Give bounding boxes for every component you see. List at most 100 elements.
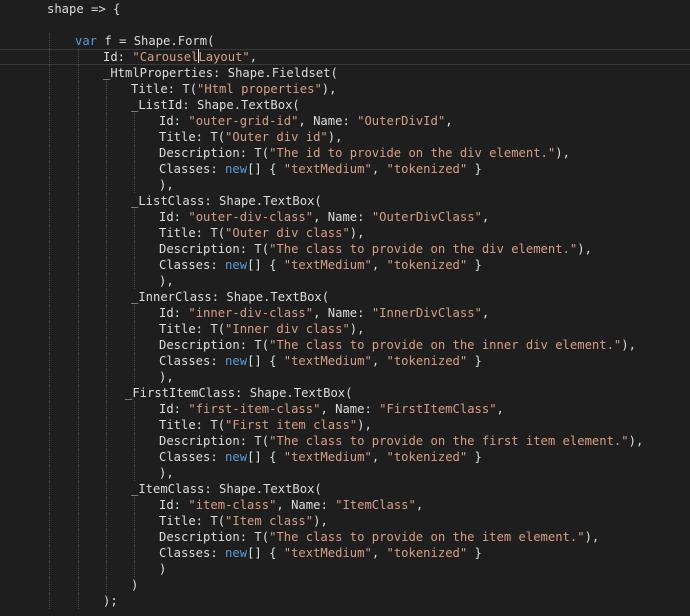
code-line[interactable]: ); [0, 593, 690, 609]
indent-guide [78, 353, 79, 369]
string-literal: "textMedium" [283, 354, 372, 368]
indent-guide [78, 369, 79, 385]
code-line[interactable]: Classes: new[] { "textMedium", "tokenize… [0, 161, 690, 177]
code-content: Title: T("Item class"), [159, 513, 328, 529]
code-line[interactable]: Classes: new[] { "textMedium", "tokenize… [0, 449, 690, 465]
indent-guide [78, 209, 79, 225]
code-line[interactable]: Title: T("Inner div class"), [0, 321, 690, 337]
indent-guide [106, 561, 107, 577]
code-line[interactable]: Title: T("First item class"), [0, 417, 690, 433]
code-content: Description: T("The class to provide on … [159, 529, 599, 545]
code-line[interactable]: Title: T("Outer div id"), [0, 129, 690, 145]
code-line[interactable]: Description: T("The class to provide on … [0, 433, 690, 449]
code-line[interactable]: ), [0, 465, 690, 481]
code-text: , Name: [313, 210, 372, 224]
indent-guide [78, 385, 79, 401]
code-editor[interactable]: shape => { var f = Shape.Form(Id: "Carous… [0, 0, 690, 616]
code-line[interactable]: ) [0, 561, 690, 577]
indent-guide [106, 145, 107, 161]
indent-guide [134, 561, 135, 577]
string-literal: "Html properties" [197, 82, 322, 96]
current-code-line[interactable]: Id: "CarouselLayout", [0, 49, 690, 65]
code-text: [] { [247, 162, 284, 176]
code-content: Description: T("The id to provide on the… [159, 145, 570, 161]
code-content: Title: T("Outer div class"), [159, 225, 364, 241]
indent-guide [78, 49, 79, 65]
code-line[interactable]: Description: T("The class to provide on … [0, 529, 690, 545]
indent-guide [78, 193, 79, 209]
code-line[interactable]: Description: T("The id to provide on the… [0, 145, 690, 161]
code-line[interactable]: Classes: new[] { "textMedium", "tokenize… [0, 257, 690, 273]
code-line[interactable]: Description: T("The class to provide on … [0, 241, 690, 257]
indent-guide [78, 273, 79, 289]
indent-guide [134, 353, 135, 369]
string-literal: "textMedium" [283, 546, 372, 560]
code-content: _ListId: Shape.TextBox( [131, 97, 300, 113]
indent-guide [106, 273, 107, 289]
string-literal: "The class to provide on the item elemen… [269, 530, 585, 544]
code-text: ) [159, 562, 167, 576]
indent-guide [78, 129, 79, 145]
code-line[interactable] [0, 17, 690, 33]
code-line[interactable]: ), [0, 177, 690, 193]
indent-guide [49, 273, 50, 289]
indent-guide [134, 177, 135, 193]
code-content: Classes: new[] { "textMedium", "tokenize… [159, 257, 482, 273]
code-content: shape => { [47, 1, 120, 17]
code-line[interactable]: _FirstItemClass: Shape.TextBox( [0, 385, 690, 401]
code-line[interactable]: Id: "first-item-class", Name: "FirstItem… [0, 401, 690, 417]
string-literal: "textMedium" [283, 162, 372, 176]
code-line[interactable]: ), [0, 369, 690, 385]
code-line[interactable]: _InnerClass: Shape.TextBox( [0, 289, 690, 305]
code-line[interactable]: _ItemClass: Shape.TextBox( [0, 481, 690, 497]
code-line[interactable]: _ListId: Shape.TextBox( [0, 97, 690, 113]
string-literal: "tokenized" [386, 258, 468, 272]
indent-guide [49, 465, 50, 481]
indent-guide [78, 241, 79, 257]
indent-guide [106, 577, 107, 593]
indent-guide [134, 545, 135, 561]
indent-guide [78, 481, 79, 497]
indent-guide [134, 529, 135, 545]
code-line[interactable]: Id: "inner-div-class", Name: "InnerDivCl… [0, 305, 690, 321]
code-line[interactable]: Description: T("The class to provide on … [0, 337, 690, 353]
code-text: _ListClass: Shape.TextBox( [131, 194, 322, 208]
code-line[interactable]: Classes: new[] { "textMedium", "tokenize… [0, 353, 690, 369]
code-line[interactable]: ) [0, 577, 690, 593]
indent-guide [49, 241, 50, 257]
code-line[interactable]: Id: "item-class", Name: "ItemClass", [0, 497, 690, 513]
indent-guide [78, 529, 79, 545]
code-line[interactable]: ), [0, 273, 690, 289]
string-literal: "InnerDivClass" [371, 306, 482, 320]
indent-guide [78, 561, 79, 577]
indent-guide [78, 81, 79, 97]
indent-guide [134, 113, 135, 129]
code-text: f = Shape.Form( [97, 34, 215, 48]
code-line[interactable]: Id: "outer-div-class", Name: "OuterDivCl… [0, 209, 690, 225]
indent-guide [106, 497, 107, 513]
code-line[interactable]: var f = Shape.Form( [0, 33, 690, 49]
indent-guide [134, 209, 135, 225]
code-line[interactable]: Title: T("Outer div class"), [0, 225, 690, 241]
code-content: ), [159, 465, 174, 481]
code-line[interactable]: Classes: new[] { "textMedium", "tokenize… [0, 545, 690, 561]
code-line[interactable]: _HtmlProperties: Shape.Fieldset( [0, 65, 690, 81]
code-line[interactable]: Title: T("Item class"), [0, 513, 690, 529]
indent-guide [78, 113, 79, 129]
indent-guide [49, 225, 50, 241]
code-text: Id: [159, 498, 189, 512]
indent-guide [49, 513, 50, 529]
code-content: ), [159, 369, 174, 385]
indent-guide [106, 225, 107, 241]
code-text: _ItemClass: Shape.TextBox( [131, 482, 322, 496]
string-literal: "Inner div class" [225, 322, 350, 336]
code-line[interactable]: _ListClass: Shape.TextBox( [0, 193, 690, 209]
code-text: Id: [159, 306, 189, 320]
indent-guide [49, 593, 50, 609]
string-literal: "outer-grid-id" [188, 114, 299, 128]
indent-guide [78, 161, 79, 177]
code-line[interactable]: Id: "outer-grid-id", Name: "OuterDivId", [0, 113, 690, 129]
code-line[interactable]: Title: T("Html properties"), [0, 81, 690, 97]
indent-guide [49, 289, 50, 305]
code-line[interactable]: shape => { [0, 1, 690, 17]
